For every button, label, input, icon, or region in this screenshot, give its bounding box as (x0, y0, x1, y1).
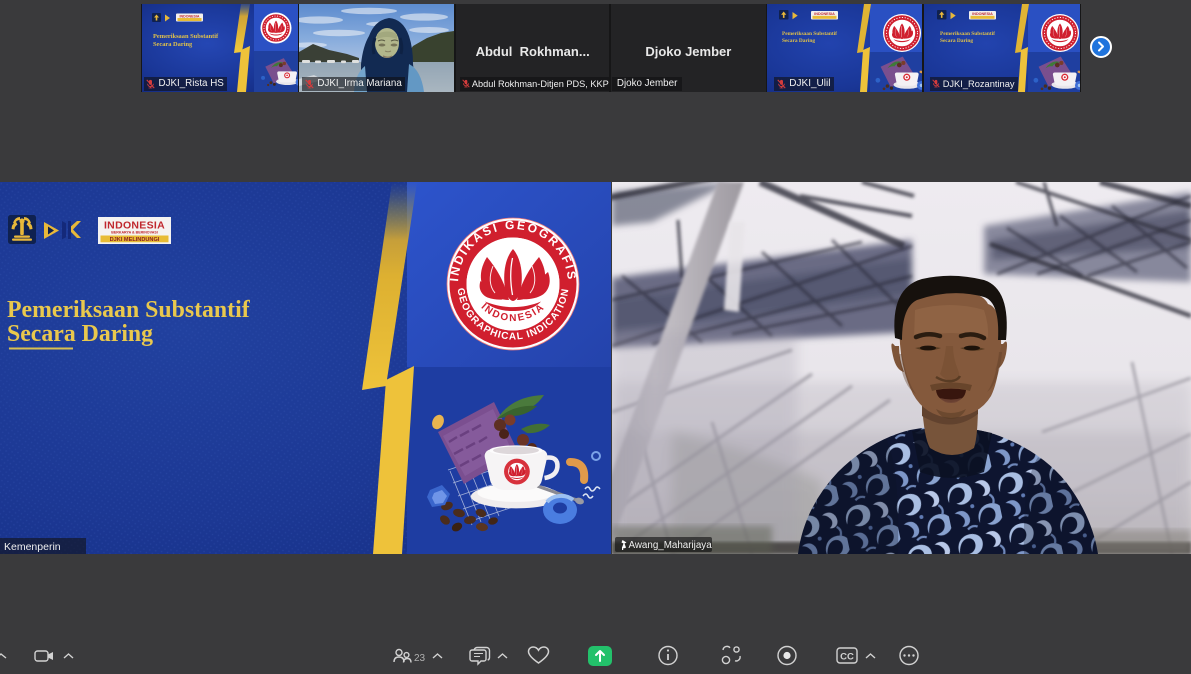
svg-text:BERKARYA & BERINOVASI: BERKARYA & BERINOVASI (111, 231, 157, 235)
svg-text:Secara Daring: Secara Daring (153, 41, 193, 48)
svg-text:Kemenperin: Kemenperin (4, 541, 61, 553)
svg-text:23: 23 (414, 653, 426, 664)
svg-text:Pemeriksaan Substantif: Pemeriksaan Substantif (7, 297, 251, 323)
svg-text:Pemeriksaan Substantif: Pemeriksaan Substantif (782, 31, 837, 37)
svg-text:Secara Daring: Secara Daring (7, 321, 153, 347)
svg-text:Awang_Maharijaya: Awang_Maharijaya (629, 540, 713, 551)
svg-text:Secara Daring: Secara Daring (782, 38, 815, 44)
svg-text:CC: CC (840, 652, 854, 663)
svg-text:DJKI MELINDUNGI: DJKI MELINDUNGI (110, 237, 160, 243)
svg-text:INDONESIA: INDONESIA (815, 12, 836, 16)
svg-text:INDONESIA: INDONESIA (179, 14, 199, 18)
svg-text:Pemeriksaan Substantif: Pemeriksaan Substantif (153, 33, 219, 40)
svg-text:Secara Daring: Secara Daring (940, 38, 973, 44)
svg-text:INDONESIA: INDONESIA (972, 12, 993, 16)
svg-text:Pemeriksaan Substantif: Pemeriksaan Substantif (940, 31, 995, 37)
